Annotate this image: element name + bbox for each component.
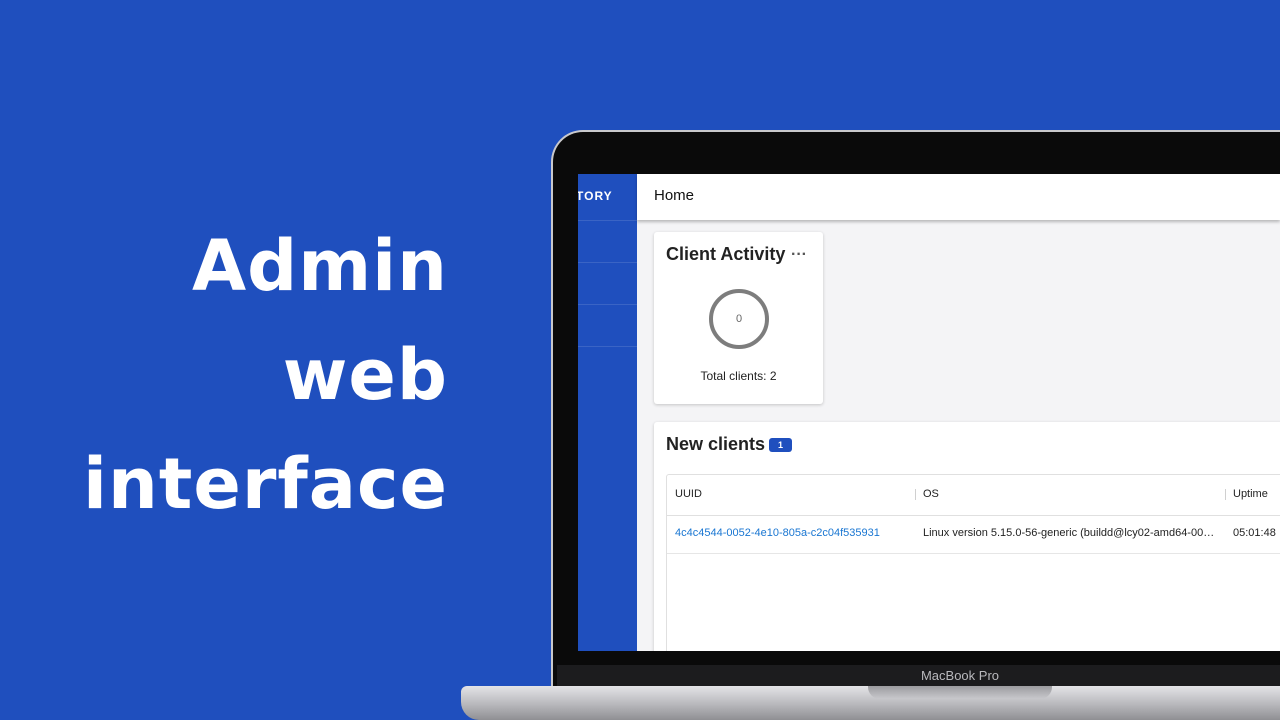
client-activity-card: Client Activity ··· 0 Total clients: 2	[654, 232, 823, 404]
column-header-os[interactable]: OS	[923, 488, 939, 500]
headline-line-2: web	[282, 334, 448, 416]
laptop-brand-label: MacBook Pro	[920, 668, 1000, 683]
client-os: Linux version 5.15.0-56-generic (buildd@…	[923, 527, 1217, 539]
sidebar-item-2[interactable]	[578, 263, 637, 305]
new-clients-title: New clients	[666, 434, 766, 454]
client-activity-title: Client Activity	[666, 244, 786, 264]
sidebar-brand[interactable]: TORY	[578, 174, 637, 221]
new-clients-card: New clients 1 UUID OS Uptime 4c4c4544-00…	[654, 422, 1280, 651]
table-header: UUID OS Uptime	[667, 475, 1280, 516]
laptop-base-notch	[868, 686, 1052, 699]
column-separator[interactable]	[1225, 489, 1226, 500]
headline: Admin web interface	[83, 212, 448, 539]
column-separator[interactable]	[915, 489, 916, 500]
activity-ring: 0	[709, 289, 769, 349]
sidebar-item-1[interactable]	[578, 221, 637, 263]
table-row[interactable]: 4c4c4544-0052-4e10-805a-c2c04f535931 Lin…	[667, 516, 1280, 554]
page-title: Home	[654, 187, 695, 204]
client-uptime: 05:01:48	[1233, 527, 1276, 539]
more-horizontal-icon[interactable]: ···	[791, 246, 807, 264]
headline-line-1: Admin	[191, 225, 448, 307]
sidebar: TORY	[578, 174, 637, 651]
sidebar-item-3[interactable]	[578, 305, 637, 347]
client-uuid-link[interactable]: 4c4c4544-0052-4e10-805a-c2c04f535931	[675, 527, 911, 539]
clients-table: UUID OS Uptime 4c4c4544-0052-4e10-805a-c…	[666, 474, 1280, 651]
top-bar: Home	[637, 174, 1280, 220]
column-header-uuid[interactable]: UUID	[675, 488, 702, 500]
active-count: 0	[735, 313, 743, 325]
new-clients-count-badge: 1	[769, 438, 792, 452]
total-clients-label: Total clients: 2	[700, 369, 777, 383]
headline-line-3: interface	[83, 443, 448, 525]
column-header-uptime[interactable]: Uptime	[1233, 488, 1268, 500]
app-screen: TORY Home Client Activity ··· 0 Total cl…	[578, 174, 1280, 651]
